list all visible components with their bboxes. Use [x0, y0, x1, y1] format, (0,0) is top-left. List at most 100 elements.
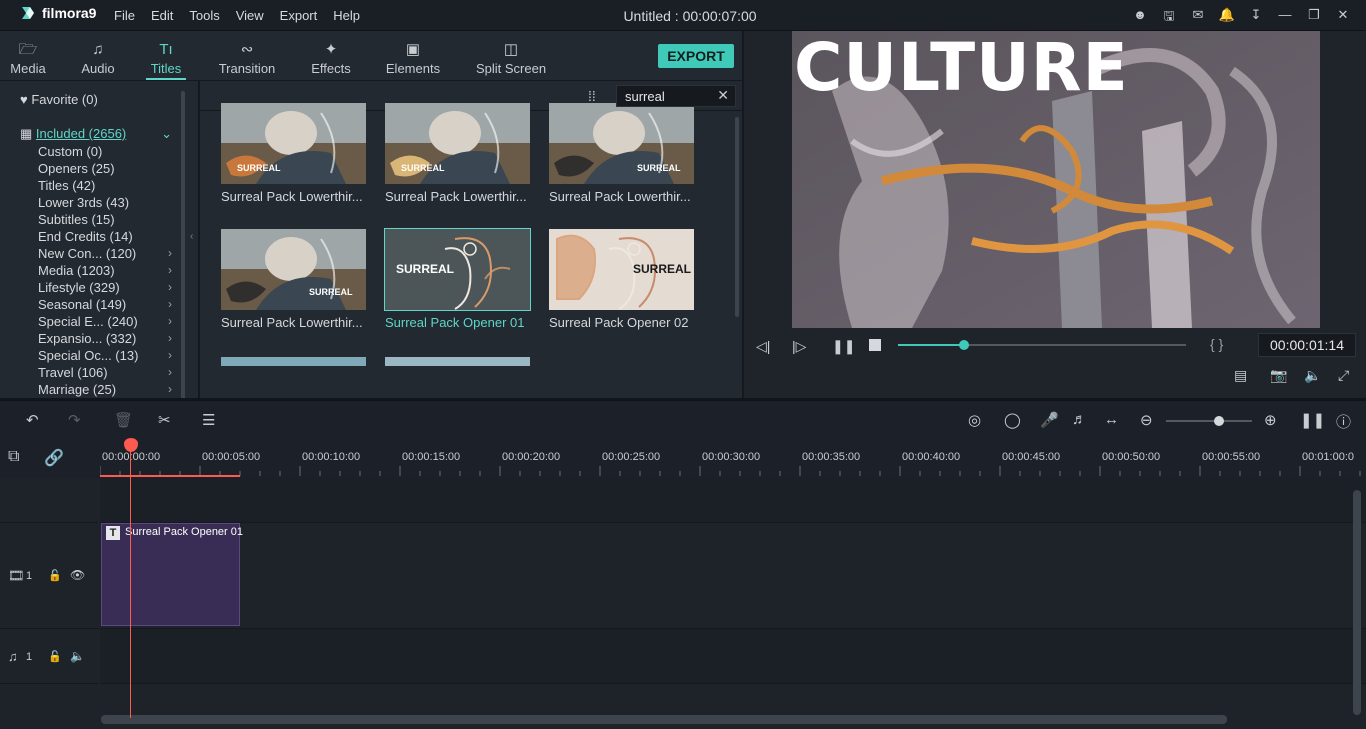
- category-item[interactable]: Special E... (240) ›: [38, 313, 178, 330]
- adjust-icon[interactable]: ☰: [202, 411, 215, 429]
- thumbnail-overlay-text: SURREAL: [396, 262, 455, 276]
- category-item[interactable]: Openers (25): [38, 160, 178, 177]
- add-track-icon[interactable]: ⧉: [8, 448, 19, 466]
- included-item[interactable]: ▦ Included (2656) ⌄: [20, 126, 176, 142]
- pause-toggle-icon[interactable]: ❚❚: [1300, 411, 1325, 429]
- category-item[interactable]: Expansio... (332) ›: [38, 330, 178, 347]
- save-icon[interactable]: 🖫: [1160, 7, 1178, 29]
- mark-in-out-icon[interactable]: { }: [1210, 336, 1223, 352]
- empty-track: [100, 478, 1366, 523]
- tab-media[interactable]: 🗁 Media: [8, 41, 48, 76]
- title-thumbnail[interactable]: SURREAL: [549, 103, 694, 184]
- panel-splitter[interactable]: [742, 31, 744, 398]
- tab-audio[interactable]: ♫ Audio: [78, 41, 118, 76]
- close-icon[interactable]: ✕: [1334, 7, 1352, 29]
- collapse-panel-icon[interactable]: ‹: [190, 231, 193, 242]
- tab-elements[interactable]: ▣ Elements: [384, 41, 442, 76]
- title-thumbnail[interactable]: SURREAL: [221, 229, 366, 310]
- cut-icon[interactable]: ✂: [158, 411, 171, 429]
- category-item[interactable]: Seasonal (149) ›: [38, 296, 178, 313]
- lock-icon[interactable]: 🔓: [48, 650, 62, 663]
- undo-icon[interactable]: ↶: [26, 411, 39, 429]
- grid-view-icon[interactable]: ⁞⁞: [588, 88, 596, 104]
- timeline-h-scrollbar[interactable]: [101, 715, 1227, 724]
- delete-icon[interactable]: 🗑: [114, 411, 133, 429]
- export-button[interactable]: EXPORT: [658, 44, 734, 68]
- thumbnail-label[interactable]: Surreal Pack Lowerthir...: [549, 189, 699, 204]
- preview-scrubber[interactable]: [959, 340, 970, 350]
- minimize-icon[interactable]: —: [1276, 7, 1294, 29]
- category-item[interactable]: Custom (0): [38, 143, 178, 160]
- pause-icon[interactable]: ❚❚: [832, 338, 855, 355]
- category-item[interactable]: Travel (106) ›: [38, 364, 178, 381]
- render-icon[interactable]: ◎: [968, 411, 981, 429]
- tab-transition[interactable]: ∾ Transition: [216, 41, 278, 76]
- title-thumbnail[interactable]: SURREAL: [384, 228, 531, 311]
- title-thumbnail[interactable]: [221, 357, 366, 366]
- mail-icon[interactable]: ✉: [1189, 7, 1207, 29]
- tab-split-screen[interactable]: ◫ Split Screen: [474, 41, 548, 76]
- search-input[interactable]: surreal ✕: [616, 85, 736, 107]
- tab-effects[interactable]: ✦ Effects: [308, 41, 354, 76]
- category-item[interactable]: New Con... (120) ›: [38, 245, 178, 262]
- category-scrollbar[interactable]: [181, 91, 185, 401]
- notification-icon[interactable]: 🔔: [1218, 7, 1236, 29]
- play-icon[interactable]: |▷: [792, 338, 806, 355]
- title-clip[interactable]: T Surreal Pack Opener 01: [101, 523, 243, 626]
- lock-icon[interactable]: 🔓: [48, 569, 62, 582]
- title-thumbnail[interactable]: SURREAL: [549, 229, 694, 310]
- playhead-line[interactable]: [130, 450, 131, 718]
- download-icon[interactable]: ↧: [1247, 7, 1265, 29]
- clear-search-icon[interactable]: ✕: [717, 87, 729, 104]
- render-preview-icon[interactable]: ▤: [1234, 367, 1247, 384]
- stop-icon[interactable]: [869, 339, 881, 351]
- title-thumbnail[interactable]: [385, 357, 530, 366]
- ruler-label: 00:00:30:00: [702, 451, 761, 463]
- step-back-icon[interactable]: ◁|: [756, 338, 770, 355]
- speaker-icon[interactable]: 🔈: [70, 649, 85, 663]
- zoom-slider[interactable]: [1166, 416, 1252, 426]
- ruler-label: 00:00:05:00: [202, 451, 261, 463]
- category-label: Openers (25): [38, 161, 115, 176]
- chevron-right-icon: ›: [168, 331, 172, 345]
- title-thumbnail[interactable]: SURREAL: [385, 103, 530, 184]
- category-item[interactable]: Subtitles (15): [38, 211, 178, 228]
- fit-timeline-icon[interactable]: ↔: [1104, 411, 1119, 428]
- zoom-slider-knob[interactable]: [1214, 416, 1224, 426]
- account-icon[interactable]: ☻: [1131, 7, 1149, 29]
- category-item[interactable]: Media (1203) ›: [38, 262, 178, 279]
- redo-icon[interactable]: ↷: [68, 411, 81, 429]
- snapshot-icon[interactable]: 📷: [1270, 367, 1287, 384]
- heart-icon: ♥: [20, 92, 28, 107]
- microphone-icon[interactable]: 🎤: [1040, 411, 1059, 429]
- audio-mixer-icon[interactable]: ♬: [1072, 411, 1087, 428]
- thumbnail-label[interactable]: Surreal Pack Opener 02: [549, 315, 699, 330]
- link-icon[interactable]: 🔗: [44, 448, 64, 468]
- thumbnail-label[interactable]: Surreal Pack Lowerthir...: [385, 189, 535, 204]
- tab-titles[interactable]: Tı Titles: [146, 41, 186, 80]
- category-item[interactable]: Marriage (25) ›: [38, 381, 178, 398]
- zoom-out-icon[interactable]: ⊖: [1140, 411, 1153, 429]
- favorite-item[interactable]: ♥ Favorite (0): [20, 92, 98, 107]
- category-item[interactable]: Special Oc... (13) ›: [38, 347, 178, 364]
- title-thumbnail[interactable]: SURREAL: [221, 103, 366, 184]
- thumbnail-label[interactable]: Surreal Pack Lowerthir...: [221, 189, 371, 204]
- marker-icon[interactable]: ◯: [1004, 411, 1021, 429]
- category-item[interactable]: Titles (42): [38, 177, 178, 194]
- category-item[interactable]: Lower 3rds (43): [38, 194, 178, 211]
- category-item[interactable]: Lifestyle (329) ›: [38, 279, 178, 296]
- preview-progress-track[interactable]: [898, 340, 1186, 350]
- fullscreen-icon[interactable]: ⤢: [1338, 367, 1349, 384]
- thumbnail-label[interactable]: Surreal Pack Lowerthir...: [221, 315, 371, 330]
- zoom-in-icon[interactable]: ⊕: [1264, 411, 1277, 429]
- thumbnail-label[interactable]: Surreal Pack Opener 01: [385, 315, 535, 330]
- thumbnails-scrollbar[interactable]: [735, 117, 739, 317]
- timeline-ruler[interactable]: ⧉ 🔗 00:00:00:00 00:00:05:00 00:00:10:00 00:…: [0, 438, 1366, 478]
- video-track-head: 🎞 1 🔓 👁: [0, 523, 98, 629]
- timeline-v-scrollbar[interactable]: [1353, 490, 1361, 715]
- eye-icon[interactable]: 👁: [70, 568, 85, 582]
- category-item[interactable]: End Credits (14): [38, 228, 178, 245]
- maximize-icon[interactable]: ❐: [1305, 7, 1323, 29]
- help-icon[interactable]: ⓘ: [1336, 411, 1351, 432]
- volume-icon[interactable]: 🔈: [1304, 367, 1321, 384]
